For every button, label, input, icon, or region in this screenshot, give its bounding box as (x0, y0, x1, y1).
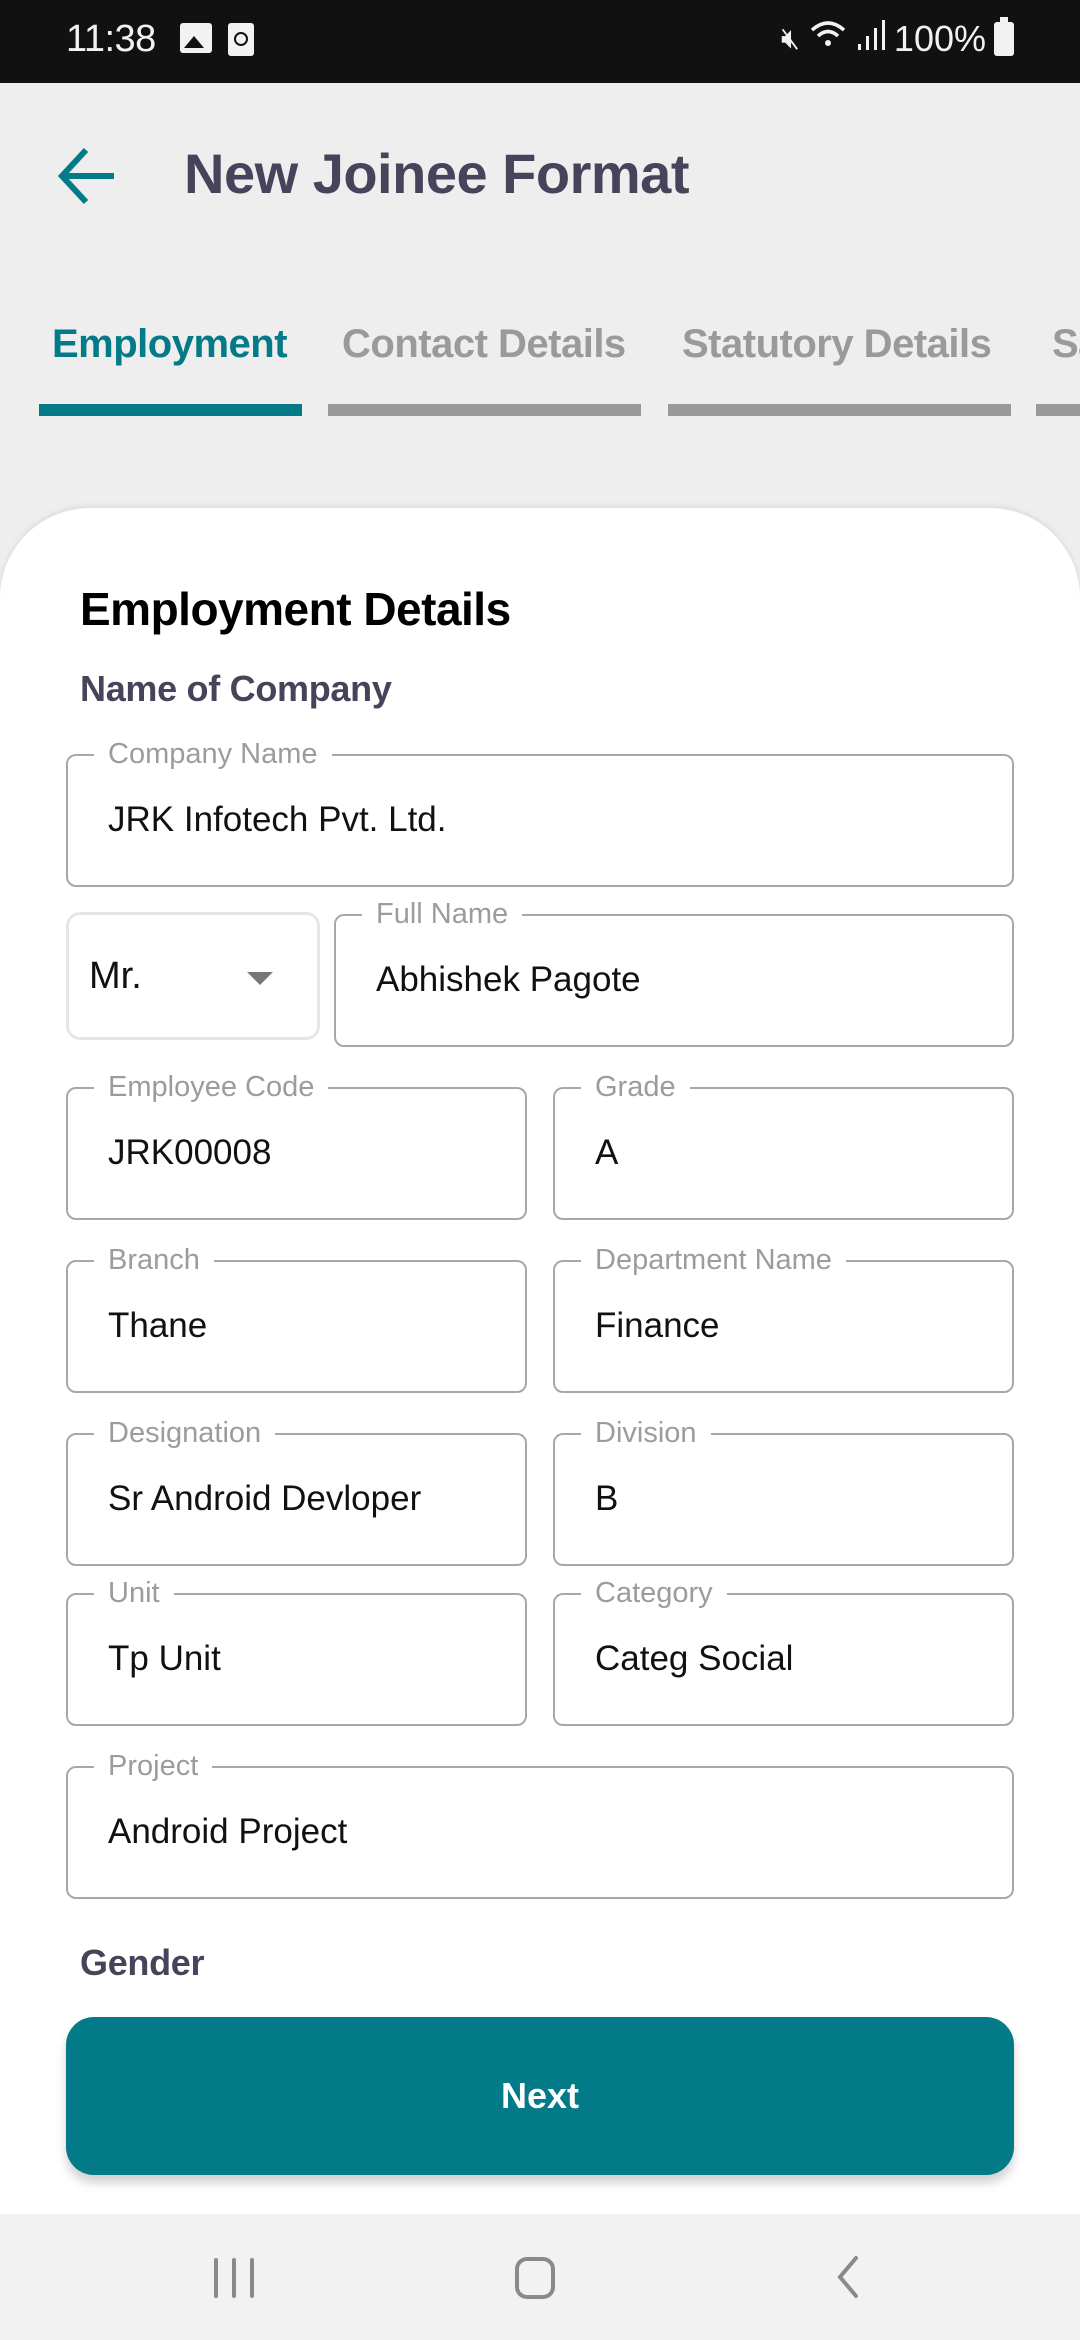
recents-icon-bar (250, 2258, 254, 2298)
field-value: Tp Unit (108, 1639, 221, 1678)
tab-bar: Employment Contact Details Statutory Det… (0, 300, 1080, 420)
app-header: New Joinee Format (0, 83, 1080, 263)
chevron-left-icon (837, 2256, 858, 2298)
field-label: Department Name (581, 1243, 846, 1277)
tab-employment[interactable]: Employment (0, 300, 310, 420)
system-back-button[interactable] (826, 2254, 872, 2300)
field-label: Grade (581, 1070, 690, 1104)
status-bar: 11:38 🔇︎ 100% (0, 0, 1080, 83)
division-field[interactable]: Division B (553, 1416, 1014, 1566)
field-label: Company Name (94, 737, 332, 771)
tab-indicator (1036, 404, 1080, 416)
department-name-field[interactable]: Department Name Finance (553, 1243, 1014, 1393)
salutation-dropdown[interactable]: Mr. (66, 912, 320, 1040)
section-title: Employment Details (80, 583, 511, 635)
field-value: Categ Social (595, 1639, 794, 1678)
next-button[interactable]: Next (66, 2017, 1014, 2175)
field-label: Designation (94, 1416, 276, 1450)
category-field[interactable]: Category Categ Social (553, 1576, 1014, 1726)
recents-icon-bar (232, 2258, 236, 2298)
tab-label: Sa (1052, 322, 1080, 366)
field-value: Abhishek Pagote (376, 960, 641, 999)
field-label: Employee Code (94, 1070, 329, 1104)
full-name-field[interactable]: Full Name Abhishek Pagote (334, 897, 1014, 1047)
field-label: Full Name (362, 897, 523, 931)
home-button[interactable] (515, 2257, 555, 2299)
tab-contact-details[interactable]: Contact Details (310, 300, 650, 420)
field-label: Unit (94, 1576, 174, 1610)
field-value: Thane (108, 1306, 208, 1345)
page-title: New Joinee Format (184, 142, 689, 205)
battery-percent: 100% (893, 18, 986, 59)
recents-button[interactable] (214, 2258, 254, 2298)
field-label: Division (581, 1416, 711, 1450)
field-value: JRK00008 (108, 1133, 272, 1172)
field-label: Project (94, 1749, 213, 1783)
arrow-left-icon (57, 147, 114, 205)
mute-icon: 🔇︎ (781, 22, 800, 55)
tab-label: Employment (52, 322, 288, 366)
field-label: Category (581, 1576, 727, 1610)
field-value: JRK Infotech Pvt. Ltd. (108, 800, 447, 839)
tab-statutory-details[interactable]: Statutory Details (650, 300, 1020, 420)
back-button[interactable] (52, 138, 128, 214)
recents-icon-bar (214, 2258, 218, 2298)
field-value: Android Project (108, 1812, 348, 1851)
tab-salary[interactable]: Sa (1020, 300, 1080, 420)
tab-indicator (328, 404, 641, 416)
signal-icon (856, 18, 886, 60)
employee-code-field[interactable]: Employee Code JRK00008 (66, 1070, 527, 1220)
tab-label: Statutory Details (682, 322, 992, 366)
gender-heading: Gender (80, 1942, 205, 1983)
field-value: Sr Android Devloper (108, 1479, 422, 1518)
salutation-value: Mr. (89, 955, 142, 997)
unit-field[interactable]: Unit Tp Unit (66, 1576, 527, 1726)
branch-field[interactable]: Branch Thane (66, 1243, 527, 1393)
field-value: A (595, 1133, 619, 1172)
clock-notification-icon (228, 23, 254, 56)
company-heading: Name of Company (80, 668, 392, 709)
battery-icon (994, 17, 1014, 56)
system-nav-bar (0, 2214, 1080, 2340)
tab-label: Contact Details (342, 322, 626, 366)
company-name-field[interactable]: Company Name JRK Infotech Pvt. Ltd. (66, 737, 1014, 887)
chevron-down-icon (247, 972, 273, 985)
project-field[interactable]: Project Android Project (66, 1749, 1014, 1899)
wifi-icon (808, 18, 848, 60)
employment-form-card: Employment Details Name of Company Compa… (0, 508, 1080, 2214)
field-value: B (595, 1479, 619, 1518)
status-time: 11:38 (66, 18, 156, 60)
field-value: Finance (595, 1306, 720, 1345)
image-icon (180, 23, 212, 53)
tab-indicator (39, 404, 302, 416)
tab-indicator (668, 404, 1011, 416)
designation-field[interactable]: Designation Sr Android Devloper (66, 1416, 527, 1566)
system-status: 🔇︎ 100% (781, 17, 1014, 60)
grade-field[interactable]: Grade A (553, 1070, 1014, 1220)
field-label: Branch (94, 1243, 214, 1277)
